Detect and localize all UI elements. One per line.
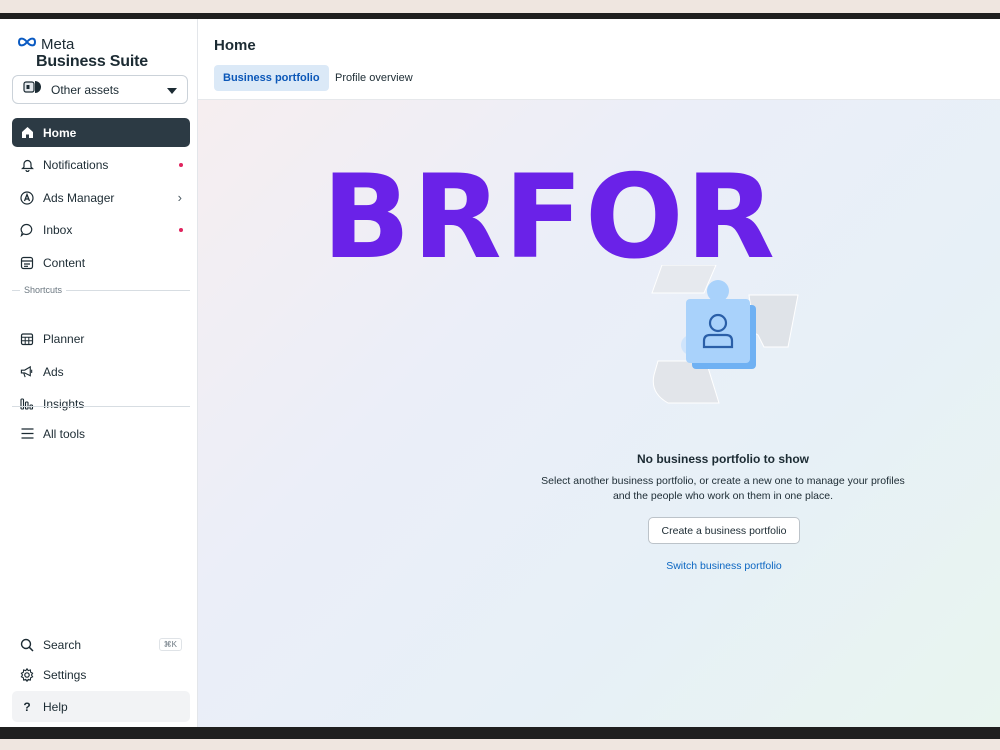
- question-mark-icon: ?: [23, 699, 31, 714]
- meta-infinity-icon: [16, 35, 38, 53]
- asset-icon: [23, 79, 43, 100]
- sidebar-item-planner[interactable]: Planner: [12, 324, 190, 353]
- page-title: Home: [214, 37, 256, 54]
- tab-business-portfolio[interactable]: Business portfolio: [214, 65, 329, 91]
- gear-icon: [20, 667, 34, 682]
- sidebar-item-ads-manager[interactable]: Ads Manager ›: [12, 183, 190, 212]
- empty-state-description-line-2: and the people who work on them in one p…: [612, 490, 834, 502]
- meta-logo[interactable]: Meta Business Suite: [16, 35, 148, 71]
- sidebar-item-insights[interactable]: Insights: [12, 389, 190, 418]
- tab-profile-overview[interactable]: Profile overview: [326, 65, 422, 91]
- business-suite-app: Meta Business Suite Other assets Home No…: [0, 19, 1000, 727]
- sidebar-item-label: Search: [43, 637, 82, 652]
- sidebar: Meta Business Suite Other assets Home No…: [0, 19, 198, 727]
- empty-state-description: Select another business portfolio, or cr…: [523, 474, 923, 504]
- search-shortcut-badge: ⌘K: [158, 638, 182, 651]
- chat-bubble-icon: [20, 223, 34, 237]
- sidebar-item-help[interactable]: ? Help: [12, 691, 190, 722]
- sidebar-item-label: Settings: [43, 667, 87, 682]
- menu-icon: [20, 427, 34, 441]
- sidebar-item-label: Help: [43, 699, 68, 714]
- sidebar-item-label: Planner: [43, 331, 85, 346]
- sidebar-item-notifications[interactable]: Notifications: [12, 150, 190, 179]
- device-screen: Meta Business Suite Other assets Home No…: [0, 13, 1000, 739]
- sidebar-item-label: Ads Manager: [43, 190, 115, 205]
- asset-selector-label: Other assets: [51, 82, 120, 97]
- sidebar-item-label: Ads: [43, 364, 64, 379]
- logo-product-text: Business Suite: [36, 53, 148, 70]
- empty-state-description-line-1: Select another business portfolio, or cr…: [541, 475, 905, 487]
- sidebar-item-content[interactable]: Content: [12, 248, 190, 277]
- sidebar-item-label: Notifications: [43, 157, 109, 172]
- search-icon: [20, 638, 34, 652]
- bell-icon: [20, 158, 34, 172]
- shortcuts-section-label: Shortcuts: [12, 284, 190, 296]
- sidebar-item-label: Insights: [43, 396, 85, 411]
- home-icon: [20, 126, 34, 140]
- empty-state-title: No business portfolio to show: [637, 452, 809, 466]
- sidebar-divider: [12, 406, 190, 407]
- notification-dot: [179, 162, 183, 167]
- switch-business-portfolio-link[interactable]: Switch business portfolio: [648, 560, 800, 572]
- sidebar-item-label: Content: [43, 255, 86, 270]
- megaphone-icon: [20, 365, 34, 379]
- logo-meta-text: Meta: [41, 35, 75, 53]
- sidebar-item-home[interactable]: Home: [12, 118, 190, 147]
- sidebar-item-all-tools[interactable]: All tools: [12, 419, 190, 448]
- page-header: Home Business portfolio Profile overview: [198, 19, 1000, 100]
- chevron-right-icon: ›: [177, 190, 182, 205]
- create-business-portfolio-button[interactable]: Create a business portfolio: [648, 517, 800, 544]
- calendar-icon: [20, 332, 34, 346]
- sidebar-item-label: Inbox: [43, 222, 73, 237]
- sidebar-item-label: All tools: [43, 426, 86, 441]
- asset-selector[interactable]: Other assets: [12, 75, 188, 104]
- sidebar-item-ads[interactable]: Ads: [12, 357, 190, 386]
- sidebar-item-label: Home: [43, 125, 77, 140]
- ads-manager-icon: [20, 190, 34, 205]
- main-area: Home Business portfolio Profile overview: [198, 19, 1000, 727]
- overlay-watermark-text: BRFOR: [322, 150, 777, 285]
- sidebar-item-search[interactable]: Search ⌘K: [12, 630, 190, 659]
- bar-chart-icon: [20, 397, 34, 411]
- sidebar-item-inbox[interactable]: Inbox: [12, 215, 190, 244]
- notification-dot: [179, 227, 183, 232]
- caret-down-icon: [167, 81, 177, 99]
- content-icon: [20, 256, 34, 270]
- sidebar-item-settings[interactable]: Settings: [12, 660, 190, 689]
- puzzle-illustration: [646, 264, 806, 425]
